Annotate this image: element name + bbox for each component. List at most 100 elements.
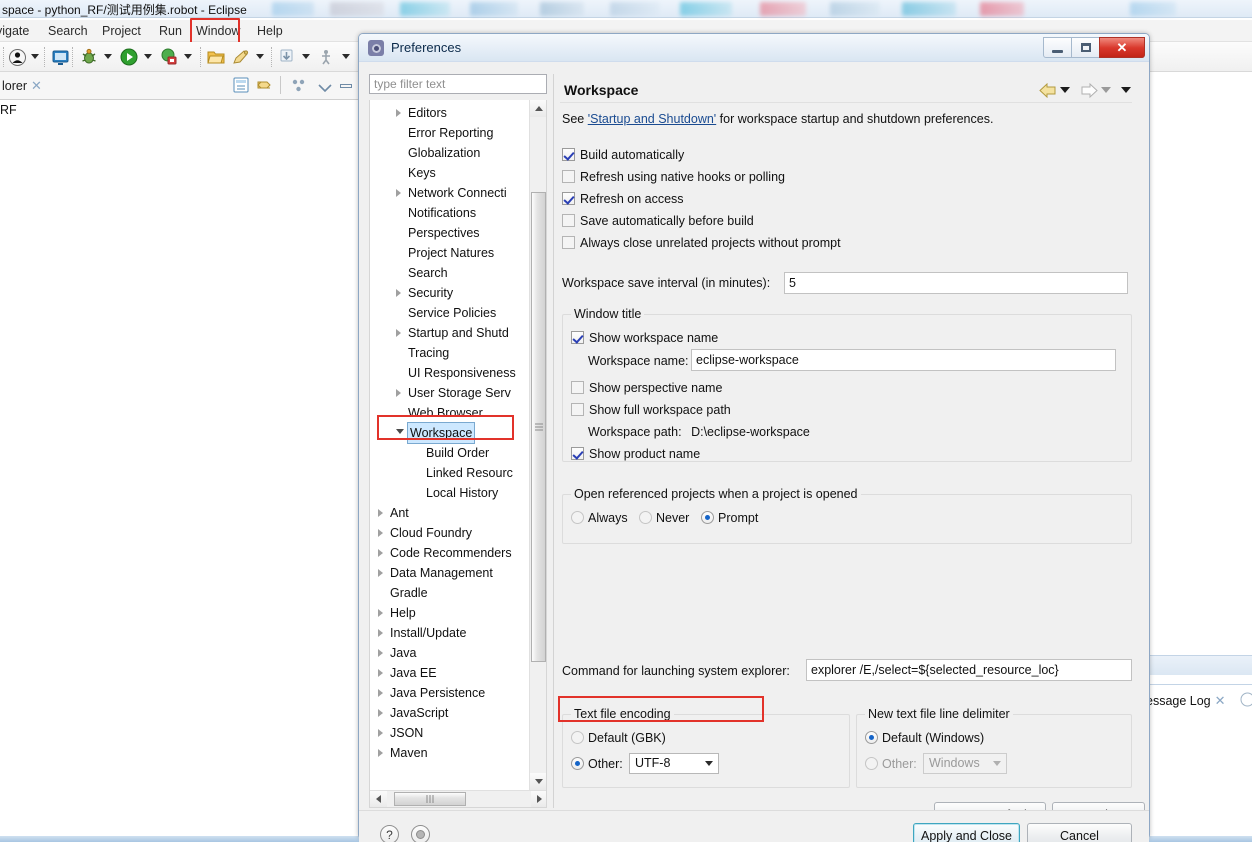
chevron-right-icon[interactable] — [378, 509, 383, 517]
menu-item-project[interactable]: Project — [98, 23, 145, 40]
radio-never[interactable]: Never — [639, 509, 689, 527]
radio-always[interactable]: Always — [571, 509, 628, 527]
edit-dropdown-icon[interactable] — [256, 54, 264, 59]
chevron-down-icon[interactable] — [700, 755, 717, 772]
user-dropdown-icon[interactable] — [31, 54, 39, 59]
view-menu-icon[interactable] — [318, 81, 332, 95]
scroll-left-button[interactable] — [370, 791, 387, 807]
scroll-right-button[interactable] — [531, 791, 546, 807]
chevron-right-icon[interactable] — [378, 669, 383, 677]
checkbox-save-before-build[interactable]: Save automatically before build — [562, 212, 754, 230]
scrollbar-thumb-h[interactable] — [394, 792, 466, 806]
menu-item-window[interactable]: Window — [192, 23, 244, 40]
chevron-right-icon[interactable] — [396, 329, 401, 337]
chevron-right-icon[interactable] — [378, 569, 383, 577]
menu-item-search[interactable]: Search — [44, 23, 92, 40]
dialog-titlebar[interactable]: Preferences ✕ — [359, 34, 1149, 62]
checkbox-show-workspace-name[interactable]: Show workspace name — [571, 329, 718, 347]
collapse-all-icon[interactable] — [233, 77, 250, 97]
maximize-button[interactable] — [1071, 37, 1100, 58]
back-arrow-icon[interactable] — [1039, 83, 1056, 98]
scroll-up-button[interactable] — [530, 100, 546, 117]
cancel-button[interactable]: Cancel — [1027, 823, 1132, 842]
chevron-right-icon[interactable] — [378, 649, 383, 657]
edit-icon[interactable] — [232, 49, 250, 68]
monitor-icon[interactable] — [52, 49, 69, 69]
chevron-down-icon[interactable] — [988, 755, 1005, 772]
scrollbar-thumb[interactable] — [531, 192, 546, 662]
checkbox-build-automatically[interactable]: Build automatically — [562, 146, 684, 164]
view-menu-extra-icon[interactable] — [290, 77, 307, 97]
checkbox-show-perspective-name[interactable]: Show perspective name — [571, 379, 722, 397]
chevron-right-icon[interactable] — [396, 109, 401, 117]
chevron-right-icon[interactable] — [378, 749, 383, 757]
external-tools-icon[interactable] — [160, 48, 178, 69]
tree-horizontal-scrollbar[interactable] — [370, 790, 546, 807]
radio-encoding-other[interactable]: Other: — [571, 755, 623, 773]
tree-item-label: Linked Resourc — [426, 466, 513, 480]
close-icon[interactable]: ✕ — [1215, 690, 1226, 712]
checkbox-close-unrelated-projects[interactable]: Always close unrelated projects without … — [562, 234, 841, 252]
external-tools-dropdown-icon[interactable] — [184, 54, 192, 59]
profile-icon[interactable] — [318, 49, 335, 68]
radio-label: Default (GBK) — [588, 731, 666, 745]
debug-dropdown-icon[interactable] — [104, 54, 112, 59]
menu-item-run[interactable]: Run — [155, 23, 186, 40]
chevron-right-icon[interactable] — [378, 729, 383, 737]
download-icon[interactable] — [278, 49, 295, 68]
forward-arrow-icon[interactable] — [1080, 83, 1098, 98]
help-icon[interactable]: ? — [380, 825, 399, 842]
radio-delimiter-default[interactable]: Default (Windows) — [865, 729, 984, 747]
record-icon[interactable] — [411, 825, 430, 842]
open-folder-icon[interactable] — [207, 49, 225, 68]
chevron-right-icon[interactable] — [378, 549, 383, 557]
project-explorer-tab[interactable]: lorer ✕ — [0, 74, 42, 98]
save-interval-input[interactable]: 5 — [784, 272, 1128, 294]
checkbox-show-product-name[interactable]: Show product name — [571, 445, 700, 463]
preferences-tree[interactable]: Editors Error Reporting Globalization Keys N… — [369, 100, 547, 808]
run-dropdown-icon[interactable] — [144, 54, 152, 59]
menu-item-help[interactable]: Help — [253, 23, 287, 40]
chevron-right-icon[interactable] — [396, 189, 401, 197]
forward-dropdown-icon[interactable] — [1101, 87, 1111, 93]
run-icon[interactable] — [120, 48, 138, 69]
debug-icon[interactable] — [80, 48, 98, 69]
encoding-combo[interactable]: UTF-8 — [629, 753, 719, 774]
radio-delimiter-other[interactable]: Other: — [865, 755, 917, 773]
back-dropdown-icon[interactable] — [1060, 87, 1070, 93]
link-with-editor-icon[interactable] — [256, 77, 273, 97]
minimize-view-icon[interactable] — [340, 84, 352, 88]
chevron-right-icon[interactable] — [378, 629, 383, 637]
checkbox-refresh-native-hooks[interactable]: Refresh using native hooks or polling — [562, 168, 785, 186]
download-dropdown-icon[interactable] — [302, 54, 310, 59]
radio-prompt[interactable]: Prompt — [701, 509, 758, 527]
message-log-tab[interactable]: essage Log ✕ — [1146, 690, 1226, 712]
startup-shutdown-link[interactable]: 'Startup and Shutdown' — [588, 112, 716, 126]
workspace-name-input[interactable]: eclipse-workspace — [691, 349, 1116, 371]
delimiter-combo[interactable]: Windows — [923, 753, 1007, 774]
minimize-button[interactable] — [1043, 37, 1072, 58]
close-button[interactable]: ✕ — [1099, 37, 1145, 58]
chevron-right-icon[interactable] — [378, 609, 383, 617]
close-icon[interactable]: ✕ — [31, 74, 42, 98]
chevron-down-icon[interactable] — [396, 429, 404, 434]
page-menu-icon[interactable] — [1121, 87, 1131, 93]
user-icon[interactable] — [9, 49, 26, 69]
chevron-right-icon[interactable] — [378, 689, 383, 697]
command-explorer-input[interactable]: explorer /E,/select=${selected_resource_… — [806, 659, 1132, 681]
menu-item-navigate[interactable]: vigate — [0, 23, 33, 40]
checkbox-show-full-workspace-path[interactable]: Show full workspace path — [571, 401, 731, 419]
filter-input[interactable] — [369, 74, 547, 94]
scroll-down-button[interactable] — [530, 773, 546, 790]
message-log-icon[interactable] — [1240, 692, 1252, 710]
apply-and-close-button[interactable]: Apply and Close — [913, 823, 1020, 842]
checkbox-refresh-on-access[interactable]: Refresh on access — [562, 190, 684, 208]
chevron-right-icon[interactable] — [396, 389, 401, 397]
explorer-tree-root[interactable]: RF — [0, 103, 17, 117]
chevron-right-icon[interactable] — [378, 709, 383, 717]
chevron-right-icon[interactable] — [378, 529, 383, 537]
radio-encoding-default[interactable]: Default (GBK) — [571, 729, 666, 747]
tree-vertical-scrollbar[interactable] — [529, 100, 546, 790]
profile-dropdown-icon[interactable] — [342, 54, 350, 59]
chevron-right-icon[interactable] — [396, 289, 401, 297]
